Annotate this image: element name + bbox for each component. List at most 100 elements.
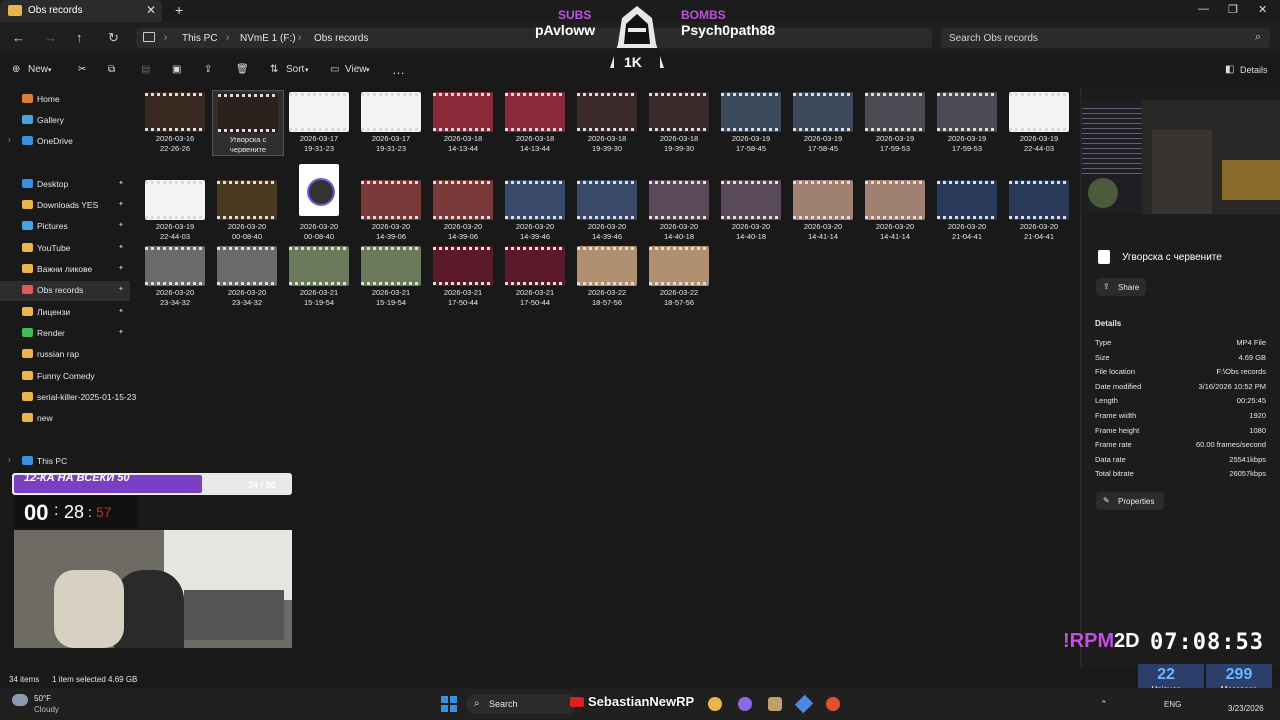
chrome-icon[interactable]: [708, 697, 722, 711]
tray-chevron-icon[interactable]: ⌃: [1100, 699, 1108, 710]
new-icon[interactable]: ⊕: [12, 64, 20, 75]
view-icon[interactable]: ▭: [330, 64, 339, 75]
file-item[interactable]: 2026-03-20 14-39-06: [428, 178, 498, 242]
maximize-icon[interactable]: ❐: [1228, 3, 1238, 16]
weather-temp[interactable]: 50°F: [34, 694, 51, 703]
weather-icon[interactable]: [12, 694, 28, 706]
taskbar-search[interactable]: [466, 694, 576, 714]
close-window-icon[interactable]: ✕: [1258, 3, 1267, 16]
rename-icon[interactable]: ▣: [172, 64, 181, 75]
taskbar-date[interactable]: 3/23/2026: [1228, 704, 1264, 713]
cut-icon[interactable]: ✂: [78, 64, 86, 75]
filmstrip-edge: [1009, 216, 1069, 219]
file-item[interactable]: 2026-03-17 19-31-23: [284, 90, 354, 154]
minimize-icon[interactable]: —: [1198, 3, 1209, 15]
sidebar-item[interactable]: Desktop ✦: [0, 175, 130, 195]
share-icon[interactable]: ⇪: [204, 64, 212, 75]
sidebar-item[interactable]: Gallery: [0, 111, 130, 131]
file-item[interactable]: 2026-03-18 14-13-44: [428, 90, 498, 154]
file-item[interactable]: Угворска с червените: [212, 90, 284, 156]
app-icon[interactable]: [738, 697, 752, 711]
file-item[interactable]: 2026-03-19 17-58-45: [716, 90, 786, 154]
file-item[interactable]: 2026-03-20 21-04-41: [1004, 178, 1074, 242]
file-item[interactable]: 2026-03-21 17-50-44: [428, 244, 498, 308]
view-button[interactable]: View: [345, 64, 367, 75]
sidebar-item[interactable]: Downloads YES ✦: [0, 196, 130, 216]
new-button[interactable]: New: [28, 64, 48, 75]
filmstrip-edge: [433, 181, 493, 184]
file-item[interactable]: 2026-03-21 15-19-54: [356, 244, 426, 308]
home-icon: [22, 94, 33, 103]
timer-seconds: 57: [96, 504, 112, 520]
sidebar-item[interactable]: YouTube ✦: [0, 239, 130, 259]
details-button[interactable]: Details: [1240, 65, 1268, 75]
file-item[interactable]: 2026-03-20 23-34-32: [212, 244, 282, 308]
file-item[interactable]: 2026-03-21 17-50-44: [500, 244, 570, 308]
file-item[interactable]: 2026-03-20 21-04-41: [932, 178, 1002, 242]
chrome-icon[interactable]: [826, 697, 840, 711]
file-item[interactable]: 2026-03-20 14-39-06: [356, 178, 426, 242]
sidebar-item[interactable]: serial-killer-2025-01-15-23: [0, 388, 136, 408]
more-options-button[interactable]: …: [392, 62, 405, 77]
file-item[interactable]: 2026-03-18 19-39-30: [572, 90, 642, 154]
refresh-icon[interactable]: ↻: [108, 30, 119, 46]
up-icon[interactable]: ↑: [76, 30, 83, 45]
file-item[interactable]: 2026-03-22 18-57-56: [644, 244, 714, 308]
sidebar-item[interactable]: Render ✦: [0, 324, 130, 344]
youtube-icon[interactable]: [570, 697, 584, 707]
sidebar-item[interactable]: new: [0, 409, 130, 429]
filmstrip-edge: [361, 128, 421, 131]
language-indicator[interactable]: ENG: [1164, 700, 1181, 709]
file-item[interactable]: 2026-03-20 00-08-40: [284, 164, 354, 242]
file-item[interactable]: 2026-03-20 14-41-14: [788, 178, 858, 242]
delete-icon[interactable]: 🗑: [236, 64, 249, 75]
sidebar-item[interactable]: Лицензи ✦: [0, 303, 130, 323]
new-tab-icon[interactable]: +: [175, 2, 183, 18]
sidebar-item[interactable]: Home: [0, 90, 130, 110]
filmstrip-edge: [577, 216, 637, 219]
sidebar-item[interactable]: OneDrive ›: [0, 132, 130, 152]
app-icon[interactable]: [768, 697, 782, 711]
expand-chevron-icon[interactable]: ›: [8, 135, 11, 144]
file-item[interactable]: 2026-03-20 00-08-40: [212, 178, 282, 242]
sidebar-item[interactable]: Obs records ✦: [0, 281, 130, 301]
file-item[interactable]: 2026-03-16 22-26-26: [140, 90, 210, 154]
file-item[interactable]: 2026-03-20 14-39-46: [572, 178, 642, 242]
sort-icon[interactable]: ⇅: [270, 64, 278, 75]
search-icon[interactable]: ⌕: [1255, 31, 1261, 44]
file-item[interactable]: 2026-03-18 14-13-44: [500, 90, 570, 154]
file-item[interactable]: 2026-03-19 22-44-03: [1004, 90, 1074, 154]
file-item[interactable]: 2026-03-19 22-44-03: [140, 178, 210, 242]
search-placeholder: Search Obs records: [949, 33, 1038, 44]
file-item[interactable]: 2026-03-19 17-58-45: [788, 90, 858, 154]
expand-chevron-icon[interactable]: ›: [8, 455, 11, 464]
back-icon[interactable]: ←: [12, 30, 25, 45]
paste-icon[interactable]: ▤: [141, 64, 150, 75]
file-item[interactable]: 2026-03-19 17-59-53: [860, 90, 930, 154]
breadcrumb-obs-records[interactable]: Obs records: [314, 33, 368, 44]
webcam-feed: [14, 530, 292, 648]
file-item[interactable]: 2026-03-20 14-40-18: [716, 178, 786, 242]
file-item[interactable]: 2026-03-21 15-19-54: [284, 244, 354, 308]
sidebar-item[interactable]: This PC ›: [0, 452, 130, 472]
start-icon[interactable]: [441, 696, 457, 712]
file-item[interactable]: 2026-03-20 14-41-14: [860, 178, 930, 242]
breadcrumb-drive[interactable]: NVmE 1 (F:): [240, 33, 296, 44]
file-item[interactable]: 2026-03-22 18-57-56: [572, 244, 642, 308]
details-pane-icon[interactable]: ◧: [1225, 64, 1234, 75]
file-item[interactable]: 2026-03-19 17-59-53: [932, 90, 1002, 154]
file-item[interactable]: 2026-03-17 19-31-23: [356, 90, 426, 154]
file-item[interactable]: 2026-03-18 19-39-30: [644, 90, 714, 154]
sidebar-item[interactable]: russian rap: [0, 345, 130, 365]
sidebar-item[interactable]: Pictures ✦: [0, 217, 130, 237]
file-item[interactable]: 2026-03-20 14-40-18: [644, 178, 714, 242]
file-item[interactable]: 2026-03-20 23-34-32: [140, 244, 210, 308]
copy-icon[interactable]: ⧉: [108, 64, 115, 75]
sidebar-item[interactable]: Важни ликове ✦: [0, 260, 130, 280]
sidebar-item[interactable]: Funny Comedy: [0, 367, 130, 387]
sort-button[interactable]: Sort: [286, 64, 304, 75]
forward-icon[interactable]: →: [44, 30, 57, 45]
close-tab-icon[interactable]: ✕: [146, 3, 156, 17]
breadcrumb-this-pc[interactable]: This PC: [182, 33, 218, 44]
file-item[interactable]: 2026-03-20 14-39-46: [500, 178, 570, 242]
